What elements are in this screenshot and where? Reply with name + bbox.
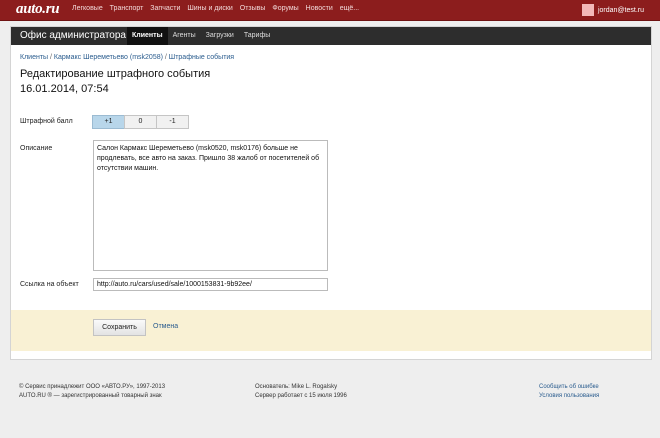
page-date: 16.01.2014, 07:54 bbox=[20, 83, 109, 95]
avatar bbox=[581, 4, 594, 16]
link-label: Ссылка на объект bbox=[20, 281, 79, 288]
nav-link-parts[interactable]: Запчасти bbox=[150, 5, 180, 12]
save-button[interactable]: Сохранить bbox=[93, 319, 146, 336]
report-error-link[interactable]: Сообщить об ошибке bbox=[539, 383, 599, 392]
top-bar: auto.ru Легковые Транспорт Запчасти Шины… bbox=[0, 0, 660, 21]
footer-server: Сервер работает с 15 июля 1996 bbox=[255, 393, 347, 399]
terms-link[interactable]: Условия пользования bbox=[539, 392, 599, 401]
nav-link-tires[interactable]: Шины и диски bbox=[187, 5, 233, 12]
admin-bar: Офис администратора Клиенты Агенты Загру… bbox=[11, 27, 651, 45]
top-nav: Легковые Транспорт Запчасти Шины и диски… bbox=[72, 5, 364, 12]
footer-links: Сообщить об ошибке Условия пользования bbox=[539, 383, 599, 401]
page-title: Редактирование штрафного события 16.01.2… bbox=[20, 67, 210, 97]
penalty-selector: +1 0 -1 bbox=[92, 115, 189, 129]
description-textarea[interactable]: Салон Кармакс Шереметьево (msk0520, msk0… bbox=[93, 140, 328, 271]
penalty-option-minus1[interactable]: -1 bbox=[156, 115, 189, 129]
user-menu[interactable]: jordan@test.ru bbox=[581, 4, 644, 16]
admin-panel: Офис администратора Клиенты Агенты Загру… bbox=[10, 26, 652, 360]
footer-trademark-line: AUTO.RU ® — зарегистрированный товарный … bbox=[19, 393, 162, 399]
nav-link-reviews[interactable]: Отзывы bbox=[240, 5, 266, 12]
description-label: Описание bbox=[20, 145, 53, 152]
nav-link-news[interactable]: Новости bbox=[306, 5, 333, 12]
page-title-line: Редактирование штрафного события bbox=[20, 68, 211, 80]
breadcrumb-client[interactable]: Кармакс Шереметьево (msk2058) bbox=[54, 54, 163, 61]
breadcrumb-clients[interactable]: Клиенты bbox=[20, 54, 48, 61]
footer-info: Основатель: Mike L. Rogalsky Сервер рабо… bbox=[255, 383, 347, 401]
penalty-option-0[interactable]: 0 bbox=[124, 115, 157, 129]
tab-clients[interactable]: Клиенты bbox=[127, 27, 168, 45]
breadcrumb: Клиенты / Кармакс Шереметьево (msk2058) … bbox=[20, 54, 234, 61]
cancel-link[interactable]: Отмена bbox=[153, 323, 178, 330]
admin-tabs: Клиенты Агенты Загрузки Тарифы bbox=[127, 27, 275, 45]
penalty-option-plus1[interactable]: +1 bbox=[92, 115, 125, 129]
nav-link-cars[interactable]: Легковые bbox=[72, 5, 103, 12]
breadcrumb-penalties[interactable]: Штрафные события bbox=[169, 54, 234, 61]
nav-link-forums[interactable]: Форумы bbox=[272, 5, 298, 12]
admin-title: Офис администратора bbox=[20, 30, 126, 41]
penalty-label: Штрафной балл bbox=[20, 118, 73, 125]
link-input[interactable]: http://auto.ru/cars/used/sale/1000153831… bbox=[93, 278, 328, 291]
tab-tariffs[interactable]: Тарифы bbox=[239, 27, 275, 45]
footer-copyright-line: © Сервис принадлежит ООО «АВТО.РУ», 1997… bbox=[19, 384, 166, 390]
tab-uploads[interactable]: Загрузки bbox=[201, 27, 239, 45]
footer-copyright: © Сервис принадлежит ООО «АВТО.РУ», 1997… bbox=[19, 383, 165, 401]
footer-founder: Основатель: Mike L. Rogalsky bbox=[255, 384, 338, 390]
nav-link-transport[interactable]: Транспорт bbox=[110, 5, 144, 12]
user-email[interactable]: jordan@test.ru bbox=[598, 7, 644, 14]
site-logo[interactable]: auto.ru bbox=[16, 1, 60, 18]
tab-agents[interactable]: Агенты bbox=[168, 27, 201, 45]
nav-link-more[interactable]: ещё... bbox=[340, 5, 359, 12]
form-actions: Сохранить Отмена bbox=[11, 310, 651, 351]
